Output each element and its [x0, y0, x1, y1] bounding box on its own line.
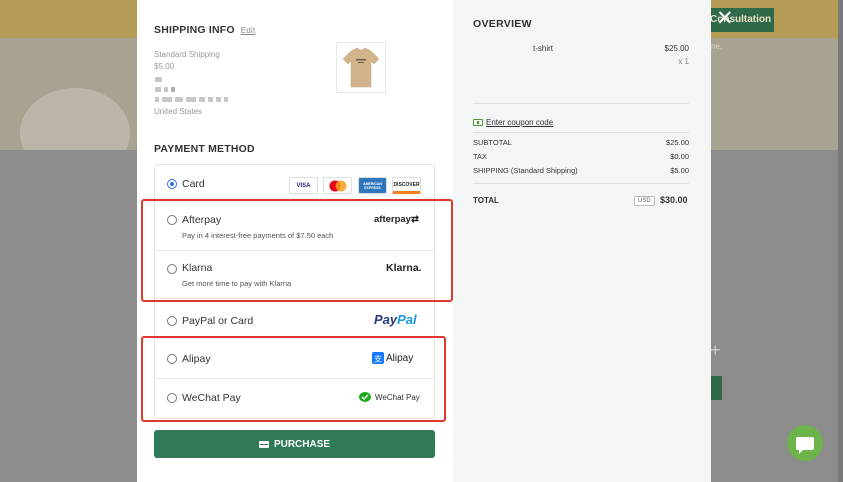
product-price: $25.00: [664, 44, 689, 53]
payment-option-klarna[interactable]: Klarna Get more time to pay with Klarna …: [155, 251, 434, 299]
discover-icon: DISCOVER: [392, 177, 421, 194]
shipping-label: SHIPPING (Standard Shipping): [473, 166, 578, 175]
shipping-info-title: SHIPPING INFO: [154, 24, 235, 36]
payment-sub-afterpay: Pay in 4 interest-free payments of $7.50…: [182, 231, 334, 240]
order-overview-panel: OVERVIEW: [453, 0, 711, 482]
checkout-modal: SHIPPING INFO Edit Standard Shipping $5.0…: [137, 0, 711, 482]
chat-bubble-icon: [796, 436, 814, 454]
divider: [473, 103, 689, 104]
alipay-logo-icon: 支 Alipay: [372, 352, 414, 364]
redacted-line: [155, 87, 436, 93]
payment-label-klarna: Klarna: [182, 262, 213, 274]
payment-option-card[interactable]: Card VISA AMERICAN EXPRESS DISCOVER: [155, 165, 434, 201]
purchase-label: PURCHASE: [273, 438, 331, 450]
tax-label: TAX: [473, 152, 488, 161]
subtotal-label: SUBTOTAL: [473, 138, 512, 147]
payment-label-paypal: PayPal or Card: [182, 315, 254, 327]
tshirt-icon: [342, 47, 380, 88]
payment-method-title: PAYMENT METHOD: [154, 143, 255, 155]
payment-label-card: Card: [182, 178, 205, 190]
subtotal-value: $25.00: [666, 138, 689, 147]
payment-label-afterpay: Afterpay: [182, 214, 222, 226]
chat-button[interactable]: [787, 425, 823, 461]
close-icon[interactable]: ✕: [716, 8, 734, 29]
coupon-link[interactable]: Enter coupon code: [473, 118, 553, 127]
scrollbar[interactable]: [838, 0, 843, 482]
background-text: ne.: [711, 42, 723, 51]
payment-label-alipay: Alipay: [182, 353, 211, 365]
payment-option-wechat[interactable]: WeChat Pay WeChat Pay: [155, 379, 434, 418]
total-label: TOTAL: [473, 196, 499, 205]
shipping-method: Standard Shipping: [154, 50, 220, 59]
credit-card-icon: [258, 440, 269, 448]
radio-afterpay[interactable]: [167, 215, 177, 225]
coupon-tag-icon: [473, 119, 483, 126]
shipping-info-heading: SHIPPING INFO Edit: [154, 24, 436, 36]
payment-method-list: Card VISA AMERICAN EXPRESS DISCOVER Afte…: [154, 164, 435, 419]
radio-alipay[interactable]: [167, 354, 177, 364]
shipping-country: United States: [154, 107, 203, 116]
radio-card[interactable]: [167, 179, 177, 189]
radio-klarna[interactable]: [167, 264, 177, 274]
redacted-line: [155, 97, 436, 103]
afterpay-logo-icon: afterpay⇄: [374, 214, 419, 225]
visa-icon: VISA: [289, 177, 318, 194]
payment-label-wechat: WeChat Pay: [182, 392, 241, 404]
payment-sub-klarna: Get more time to pay with Klarna: [182, 279, 292, 288]
total-value: $30.00: [660, 195, 688, 205]
mastercard-icon: [323, 177, 352, 194]
divider: [473, 132, 689, 133]
checkout-left-panel: SHIPPING INFO Edit Standard Shipping $5.0…: [137, 0, 453, 482]
amex-icon: AMERICAN EXPRESS: [358, 177, 387, 194]
wechat-pay-logo-icon: WeChat Pay: [359, 392, 420, 403]
shipping-cost: $5.00: [154, 62, 175, 71]
background-button: [711, 376, 722, 400]
klarna-logo-icon: Klarna.: [386, 262, 422, 274]
radio-paypal[interactable]: [167, 316, 177, 326]
tax-value: $0.00: [670, 152, 689, 161]
shipping-details: Standard Shipping $5.00 United States: [154, 49, 436, 118]
product-name: t-shirt: [533, 44, 553, 53]
payment-option-afterpay[interactable]: Afterpay Pay in 4 interest-free payments…: [155, 201, 434, 251]
overview-title: OVERVIEW: [473, 18, 532, 30]
paypal-logo-icon: PayPal: [374, 312, 417, 327]
redacted-line: [155, 77, 436, 83]
divider: [473, 183, 689, 184]
payment-option-alipay[interactable]: Alipay 支 Alipay: [155, 337, 434, 379]
coupon-label: Enter coupon code: [486, 118, 554, 127]
product-quantity: x 1: [678, 57, 689, 66]
currency-badge: USD: [634, 196, 655, 206]
plus-icon: +: [710, 340, 721, 360]
product-thumbnail: [336, 42, 386, 93]
radio-wechat[interactable]: [167, 393, 177, 403]
payment-option-paypal[interactable]: PayPal or Card PayPal: [155, 299, 434, 337]
shipping-value: $5.00: [670, 166, 689, 175]
consultation-button: Consultation: [700, 8, 774, 32]
purchase-button[interactable]: PURCHASE: [154, 430, 435, 458]
svg-text:支: 支: [374, 354, 382, 364]
edit-shipping-link[interactable]: Edit: [241, 26, 256, 35]
